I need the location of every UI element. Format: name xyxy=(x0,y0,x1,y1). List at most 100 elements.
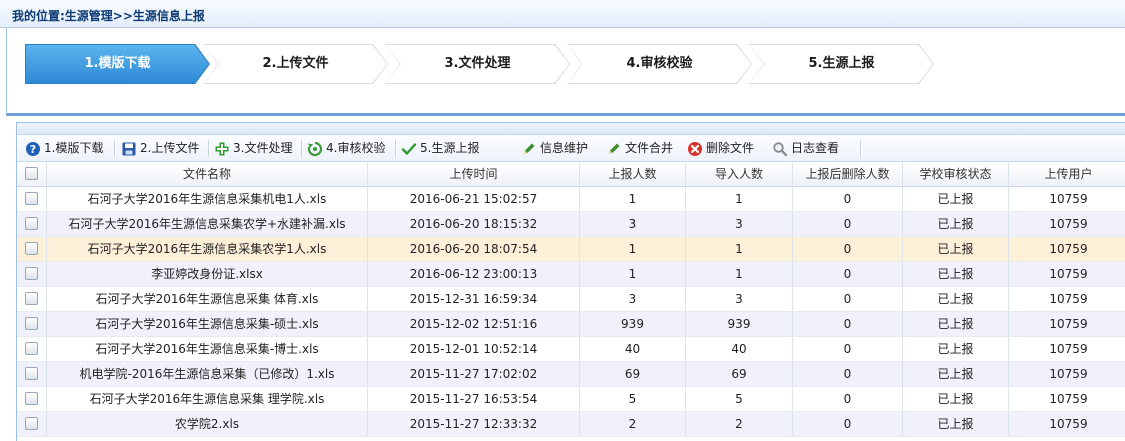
cell-reported-count: 5 xyxy=(580,387,686,411)
pencil-icon xyxy=(606,140,622,156)
row-checkbox[interactable] xyxy=(25,342,38,355)
column-header-review-status[interactable]: 学校审核状态 xyxy=(903,163,1009,186)
toolbar-button-label: 1.模版下载 xyxy=(44,141,104,155)
toolbar-button-2[interactable]: 2.上传文件 xyxy=(121,135,199,161)
toolbar-button-5[interactable]: 5.生源上报 xyxy=(401,135,479,161)
toolbar-button-8[interactable]: 删除文件 xyxy=(687,135,754,161)
row-select-cell xyxy=(17,237,47,261)
file-grid-panel: ? 1.模版下载 2.上传文件 3.文件处理 4.审核校验 5.生源上报 信息维护 文件合并 删… xyxy=(16,122,1125,441)
cell-filename: 机电学院-2016年生源信息采集（已修改）1.xls xyxy=(47,362,368,386)
column-header-upload-time[interactable]: 上传时间 xyxy=(368,163,580,186)
cell-upload-user: 10759 xyxy=(1009,362,1125,386)
row-checkbox[interactable] xyxy=(25,417,38,430)
toolbar-button-4[interactable]: 4.审核校验 xyxy=(307,135,385,161)
cell-review-status: 已上报 xyxy=(903,387,1009,411)
cell-imported-count: 69 xyxy=(686,362,793,386)
toolbar-button-6[interactable]: 信息维护 xyxy=(521,135,588,161)
column-header-deleted-count[interactable]: 上报后删除人数 xyxy=(793,163,903,186)
cell-imported-count: 1 xyxy=(686,237,793,261)
toolbar-button-3[interactable]: 3.文件处理 xyxy=(214,135,292,161)
cell-upload-time: 2015-11-27 12:33:32 xyxy=(368,412,580,436)
toolbar-button-9[interactable]: 日志查看 xyxy=(772,135,839,161)
toolbar-button-1[interactable]: ? 1.模版下载 xyxy=(25,135,103,161)
table-row[interactable]: 农学院2.xls 2015-11-27 12:33:32 2 2 0 已上报 10759 xyxy=(17,412,1125,437)
row-checkbox[interactable] xyxy=(25,292,38,305)
row-select-cell xyxy=(17,362,47,386)
cell-imported-count: 5 xyxy=(686,387,793,411)
cell-filename: 李亚婷改身份证.xlsx xyxy=(47,262,368,286)
cell-upload-user: 10759 xyxy=(1009,187,1125,211)
step-2[interactable]: 2.上传文件 xyxy=(203,44,388,84)
row-select-cell xyxy=(17,312,47,336)
row-checkbox[interactable] xyxy=(25,367,38,380)
cell-reported-count: 2 xyxy=(580,412,686,436)
step-label: 5.生源上报 xyxy=(808,56,875,71)
cell-upload-time: 2015-12-02 12:51:16 xyxy=(368,312,580,336)
step-4[interactable]: 4.审核校验 xyxy=(567,44,752,84)
column-header-imported-count[interactable]: 导入人数 xyxy=(686,163,793,186)
cell-upload-time: 2016-06-20 18:07:54 xyxy=(368,237,580,261)
step-label: 3.文件处理 xyxy=(444,56,511,71)
cell-filename: 石河子大学2016年生源信息采集农学1人.xls xyxy=(47,237,368,261)
row-checkbox[interactable] xyxy=(25,242,38,255)
toolbar-button-label: 2.上传文件 xyxy=(140,141,200,155)
row-checkbox[interactable] xyxy=(25,217,38,230)
table-header: 文件名称 上传时间 上报人数 导入人数 上报后删除人数 学校审核状态 上传用户 xyxy=(17,163,1125,187)
row-checkbox[interactable] xyxy=(25,192,38,205)
table-row[interactable]: 李亚婷改身份证.xlsx 2016-06-12 23:00:13 1 1 0 已上报 107… xyxy=(17,262,1125,287)
step-5[interactable]: 5.生源上报 xyxy=(749,44,934,84)
cell-upload-user: 10759 xyxy=(1009,212,1125,236)
cell-reported-count: 40 xyxy=(580,337,686,361)
check-icon xyxy=(401,140,417,156)
row-checkbox[interactable] xyxy=(25,392,38,405)
steps-panel: 1.模版下载 2.上传文件 3.文件处理 4.审核校验 5.生源上报 xyxy=(6,28,1125,116)
toolbar-separator xyxy=(860,140,862,157)
table-row[interactable]: 石河子大学2016年生源信息采集机电1人.xls 2016-06-21 15:02… xyxy=(17,187,1125,212)
toolbar-button-label: 删除文件 xyxy=(706,141,755,155)
column-header-reported-count[interactable]: 上报人数 xyxy=(580,163,686,186)
cell-upload-user: 10759 xyxy=(1009,237,1125,261)
toolbar-button-label: 信息维护 xyxy=(540,141,589,155)
cell-deleted-count: 0 xyxy=(793,337,903,361)
cell-filename: 石河子大学2016年生源信息采集机电1人.xls xyxy=(47,187,368,211)
cell-upload-user: 10759 xyxy=(1009,412,1125,436)
select-all-checkbox[interactable] xyxy=(25,167,38,180)
step-3[interactable]: 3.文件处理 xyxy=(385,44,570,84)
table-row[interactable]: 机电学院-2016年生源信息采集（已修改）1.xls 2015-11-27 17:… xyxy=(17,362,1125,387)
cell-filename: 石河子大学2016年生源信息采集 理学院.xls xyxy=(47,387,368,411)
cell-upload-user: 10759 xyxy=(1009,337,1125,361)
table-row[interactable]: 石河子大学2016年生源信息采集-博士.xls 2015-12-01 10:52:… xyxy=(17,337,1125,362)
breadcrumb: 我的位置:生源管理>>生源信息上报 xyxy=(12,9,205,23)
help-icon: ? xyxy=(25,140,41,156)
save-icon xyxy=(121,140,137,156)
cell-review-status: 已上报 xyxy=(903,412,1009,436)
cell-deleted-count: 0 xyxy=(793,212,903,236)
cell-review-status: 已上报 xyxy=(903,287,1009,311)
toolbar-button-label: 5.生源上报 xyxy=(420,141,480,155)
cell-imported-count: 1 xyxy=(686,262,793,286)
recycle-icon xyxy=(307,140,323,156)
toolbar-button-label: 文件合并 xyxy=(625,141,674,155)
toolbar-separator xyxy=(208,140,210,157)
cell-deleted-count: 0 xyxy=(793,187,903,211)
cell-imported-count: 3 xyxy=(686,287,793,311)
cell-deleted-count: 0 xyxy=(793,287,903,311)
table-row[interactable]: 石河子大学2016年生源信息采集-硕士.xls 2015-12-02 12:51:… xyxy=(17,312,1125,337)
toolbar-separator xyxy=(395,140,397,157)
column-header-upload-user[interactable]: 上传用户 xyxy=(1009,163,1125,186)
cell-upload-time: 2015-12-01 10:52:14 xyxy=(368,337,580,361)
toolbar-button-label: 4.审核校验 xyxy=(326,141,386,155)
column-header-filename[interactable]: 文件名称 xyxy=(47,163,368,186)
step-1[interactable]: 1.模版下载 xyxy=(25,44,210,84)
row-checkbox[interactable] xyxy=(25,317,38,330)
table-row[interactable]: 石河子大学2016年生源信息采集 体育.xls 2015-12-31 16:59:… xyxy=(17,287,1125,312)
cell-review-status: 已上报 xyxy=(903,212,1009,236)
row-select-cell xyxy=(17,337,47,361)
row-checkbox[interactable] xyxy=(25,267,38,280)
table-row[interactable]: 石河子大学2016年生源信息采集农学1人.xls 2016-06-20 18:07… xyxy=(17,237,1125,262)
toolbar-separator xyxy=(301,140,303,157)
table-row[interactable]: 石河子大学2016年生源信息采集 理学院.xls 2015-11-27 16:53… xyxy=(17,387,1125,412)
cell-upload-time: 2015-11-27 16:53:54 xyxy=(368,387,580,411)
toolbar-button-7[interactable]: 文件合并 xyxy=(606,135,673,161)
table-row[interactable]: 石河子大学2016年生源信息采集农学+水建补漏.xls 2016-06-20 18… xyxy=(17,212,1125,237)
